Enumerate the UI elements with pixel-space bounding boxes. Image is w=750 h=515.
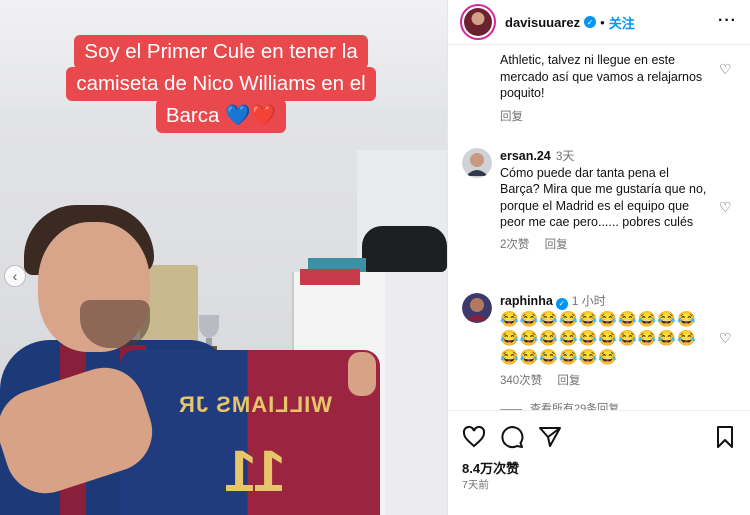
heart-icon[interactable] bbox=[462, 425, 486, 449]
likes-count[interactable]: 8.4万次赞 bbox=[462, 458, 519, 477]
comment-body: ersan.24 3天 Cómo puede dar tanta pena el … bbox=[500, 148, 710, 253]
verified-badge-icon: ✓ bbox=[584, 16, 597, 28]
comment-text: Athletic, talvez ni llegue en este merca… bbox=[500, 53, 703, 100]
author-username[interactable]: davisuuarez bbox=[505, 15, 580, 30]
post-panel: davisuuarez ✓ • 关注 ··· Athletic, talvez … bbox=[447, 0, 750, 515]
person-beard bbox=[80, 300, 150, 348]
comment-meta: 340次赞 回复 bbox=[500, 373, 710, 390]
more-options-icon[interactable]: ··· bbox=[718, 12, 737, 30]
comment-text: ersan.24 3天 bbox=[500, 148, 710, 165]
comment-meta: 回复 bbox=[500, 109, 710, 126]
comment-emojis: 😂😂😂😂😂😂😂😂😂😂 bbox=[500, 330, 697, 348]
caption-line: camiseta de Nico Williams en el bbox=[66, 67, 376, 101]
person-hand bbox=[348, 352, 376, 396]
comment-body: Athletic, talvez ni llegue en este merca… bbox=[500, 52, 710, 125]
jersey-name: WILLIAMS JR bbox=[178, 392, 332, 417]
reply-button[interactable]: 回复 bbox=[500, 111, 523, 123]
avatar[interactable] bbox=[460, 4, 496, 40]
comment-emojis: 😂😂😂😂😂😂😂😂😂😂 bbox=[500, 311, 697, 329]
action-bar: 8.4万次赞 7天前 bbox=[448, 410, 750, 515]
post-media[interactable]: WILLIAMS JR 11 Soy el Primer Cule en ten… bbox=[0, 0, 447, 515]
comment-username[interactable]: ersan.24 bbox=[500, 149, 551, 163]
follow-button[interactable]: 关注 bbox=[609, 13, 635, 32]
comment-body: raphinha ✓ 1 小时 😂😂😂😂😂😂😂😂😂😂 😂😂😂😂😂😂😂😂😂😂 😂😂😂😂… bbox=[500, 293, 710, 390]
view-all-replies-link[interactable]: 查看所有29条回复 bbox=[500, 400, 619, 410]
comment-meta: 2次赞 回复 bbox=[500, 237, 710, 254]
caption-line: Barca 💙❤️ bbox=[155, 99, 287, 133]
white-cabinet-right bbox=[385, 262, 447, 515]
comment-username[interactable]: raphinha bbox=[500, 294, 553, 308]
chevron-left-icon: ‹ bbox=[12, 268, 18, 284]
comment-time: 1 小时 bbox=[571, 294, 606, 308]
comment-emojis: 😂😂😂😂😂😂 bbox=[500, 349, 619, 367]
heart-icon[interactable]: ♡ bbox=[719, 331, 733, 345]
avatar[interactable] bbox=[462, 293, 492, 323]
post-header: davisuuarez ✓ • 关注 ··· bbox=[448, 0, 750, 45]
comment-icon[interactable] bbox=[500, 425, 524, 449]
separator-dot: • bbox=[600, 14, 605, 30]
comment-text: Cómo puede dar tanta pena el Barça? Mira… bbox=[500, 165, 707, 230]
comment-likes[interactable]: 2次赞 bbox=[500, 239, 529, 251]
send-icon[interactable] bbox=[538, 425, 562, 449]
heart-icon[interactable]: ♡ bbox=[719, 200, 733, 214]
avatar[interactable] bbox=[462, 148, 492, 178]
reply-button[interactable]: 回复 bbox=[557, 375, 580, 387]
jersey-number: 11 bbox=[224, 439, 286, 504]
comment-text: raphinha ✓ 1 小时 bbox=[500, 293, 710, 311]
video-caption: Soy el Primer Cule en tener la camiseta … bbox=[40, 35, 402, 133]
comment-likes[interactable]: 340次赞 bbox=[500, 375, 542, 387]
comments-list[interactable]: Athletic, talvez ni llegue en este merca… bbox=[448, 45, 750, 410]
heart-icon[interactable]: ♡ bbox=[719, 62, 733, 76]
post-time: 7天前 bbox=[462, 479, 489, 491]
previous-slide-button[interactable]: ‹ bbox=[4, 265, 26, 287]
black-bag bbox=[362, 226, 447, 272]
verified-badge-icon: ✓ bbox=[555, 298, 568, 311]
comment-time: 3天 bbox=[555, 149, 575, 163]
reply-button[interactable]: 回复 bbox=[545, 239, 568, 251]
bookmark-icon[interactable] bbox=[713, 425, 737, 449]
red-box bbox=[300, 269, 360, 285]
caption-line: Soy el Primer Cule en tener la bbox=[74, 35, 368, 69]
